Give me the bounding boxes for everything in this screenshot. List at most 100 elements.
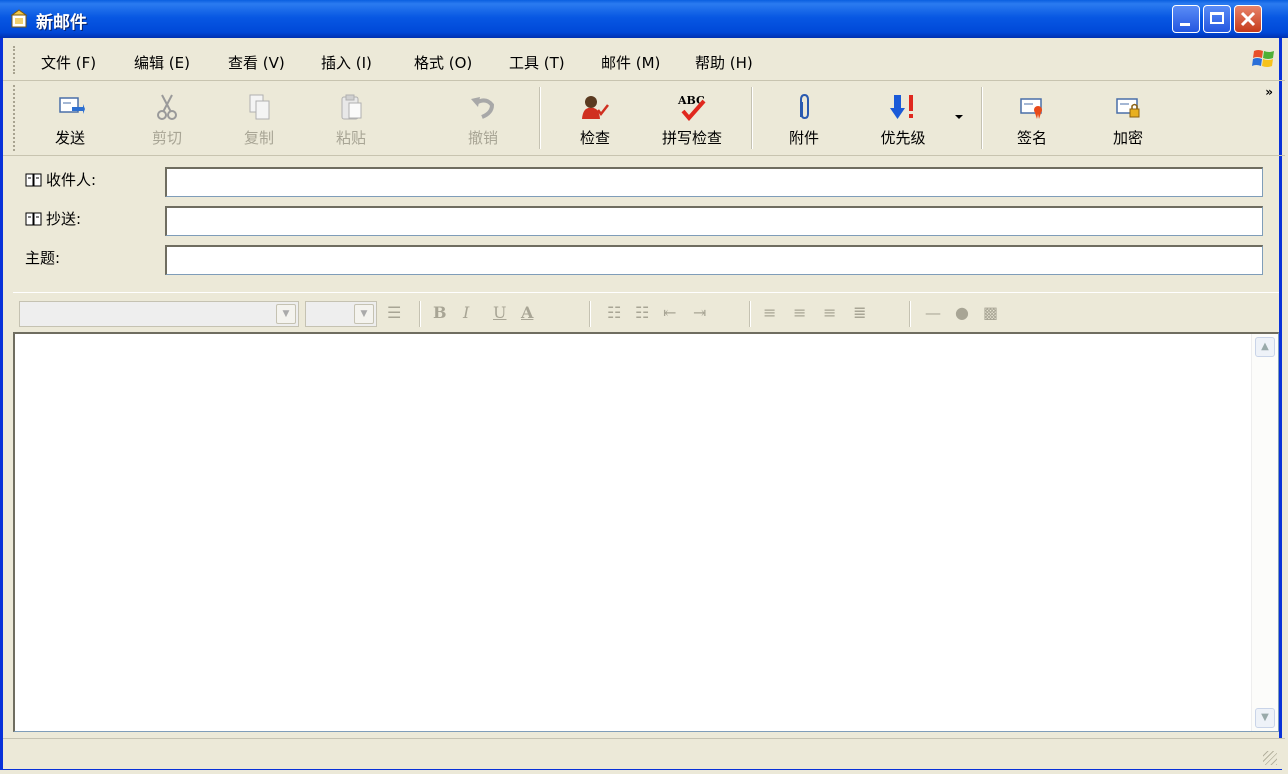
spellcheck-icon: ABC (677, 94, 706, 121)
align-left-icon[interactable]: ≡ (763, 303, 776, 322)
to-label-button[interactable]: 收件人: (25, 169, 96, 190)
new-mail-icon (10, 9, 28, 28)
format-separator (589, 301, 591, 327)
sign-label: 签名 (1016, 129, 1047, 147)
toolbar: 发送 剪切 复制 粘贴 撤销 检查 ABC 拼写检查 附件 优先级 签名 加密 … (3, 81, 1285, 156)
increase-indent-icon[interactable]: ⇥ (693, 303, 706, 322)
italic-button[interactable]: I (463, 303, 469, 322)
font-size-select[interactable]: ▼ (305, 301, 377, 327)
undo-label: 撤销 (467, 129, 498, 147)
paste-icon (341, 94, 362, 120)
subject-label: 主题: (25, 249, 61, 267)
toolbar-separator (539, 87, 541, 149)
copy-icon (249, 94, 270, 120)
priority-button[interactable]: 优先级 (865, 87, 941, 149)
vertical-scrollbar[interactable]: ▲ ▼ (1251, 334, 1278, 731)
minimize-button[interactable] (1172, 5, 1200, 33)
formatting-toolbar: ▼ ▼ ☰ B I U A ☷ ☷ ⇤ ⇥ ≡ ≡ ≡ ≣ — ● ▩ (13, 292, 1279, 331)
menu-bar: 文件 (F) 编辑 (E) 查看 (V) 插入 (I) 格式 (O) 工具 (T… (3, 38, 1285, 81)
menu-message[interactable]: 邮件 (M) (601, 52, 660, 73)
spellcheck-label: 拼写检查 (661, 129, 722, 147)
menubar-grip[interactable] (13, 46, 18, 74)
message-body[interactable]: ▲ ▼ (13, 332, 1279, 732)
format-separator (419, 301, 421, 327)
encrypt-button[interactable]: 加密 (1101, 87, 1155, 149)
scroll-down-icon[interactable]: ▼ (1255, 708, 1275, 728)
toolbar-grip[interactable] (13, 85, 18, 151)
title-bar[interactable]: 新邮件 (0, 0, 1288, 38)
horizontal-line-icon[interactable]: — (925, 303, 941, 322)
to-field[interactable] (165, 167, 1263, 197)
send-button[interactable]: 发送 (43, 87, 97, 149)
scissors-icon (157, 94, 177, 120)
check-label: 检查 (579, 129, 610, 147)
menu-edit[interactable]: 编辑 (E) (134, 52, 190, 73)
minimize-icon (1180, 23, 1190, 26)
hyperlink-globe-icon[interactable]: ● (955, 303, 969, 322)
align-right-icon[interactable]: ≡ (823, 303, 836, 322)
status-bar (3, 738, 1285, 769)
address-book-icon (25, 173, 42, 187)
maximize-icon (1210, 12, 1224, 24)
copy-button[interactable]: 复制 (229, 87, 289, 149)
cc-field[interactable] (165, 206, 1263, 236)
menu-tools[interactable]: 工具 (T) (509, 52, 565, 73)
paperclip-icon (800, 93, 809, 120)
cc-label-button[interactable]: 抄送: (25, 208, 81, 229)
windows-logo-icon (1252, 50, 1274, 67)
underline-button[interactable]: U (493, 303, 506, 322)
body-text (15, 334, 1278, 346)
bullet-list-icon[interactable]: ☷ (635, 303, 649, 322)
menu-format[interactable]: 格式 (O) (414, 52, 472, 73)
check-names-button[interactable]: 检查 (565, 87, 625, 149)
numbered-list-icon[interactable]: ☷ (607, 303, 621, 322)
maximize-button[interactable] (1203, 5, 1231, 33)
undo-icon (471, 97, 495, 119)
resize-grip[interactable] (1263, 751, 1277, 765)
align-center-icon[interactable]: ≡ (793, 303, 806, 322)
attach-button[interactable]: 附件 (777, 87, 831, 149)
chevron-down-icon[interactable]: ▼ (276, 304, 296, 324)
font-select[interactable]: ▼ (19, 301, 299, 327)
attach-label: 附件 (788, 129, 819, 147)
priority-dropdown-arrow[interactable] (955, 115, 963, 119)
message-header: 收件人: 抄送: 主题: (3, 158, 1285, 286)
menu-file[interactable]: 文件 (F) (41, 52, 96, 73)
lock-encrypt-icon (1116, 98, 1140, 118)
toolbar-separator (981, 87, 983, 149)
menu-insert[interactable]: 插入 (I) (321, 52, 372, 73)
insert-picture-icon[interactable]: ▩ (983, 303, 998, 322)
paste-label: 粘贴 (335, 129, 366, 147)
to-label: 收件人: (46, 171, 97, 189)
copy-label: 复制 (243, 129, 274, 147)
undo-button[interactable]: 撤销 (453, 87, 513, 149)
subject-field[interactable] (165, 245, 1263, 275)
menu-view[interactable]: 查看 (V) (228, 52, 285, 73)
cut-label: 剪切 (151, 129, 182, 147)
font-color-button[interactable]: A (521, 303, 533, 322)
close-button[interactable] (1234, 5, 1262, 33)
sign-button[interactable]: 签名 (1005, 87, 1059, 149)
scroll-up-icon[interactable]: ▲ (1255, 337, 1275, 357)
format-separator (909, 301, 911, 327)
cut-button[interactable]: 剪切 (137, 87, 197, 149)
paste-button[interactable]: 粘贴 (321, 87, 381, 149)
toolbar-separator (751, 87, 753, 149)
send-label: 发送 (54, 129, 85, 147)
send-icon (59, 97, 85, 114)
menu-help[interactable]: 帮助 (H) (695, 52, 753, 73)
address-book-icon (25, 212, 42, 226)
encrypt-label: 加密 (1112, 129, 1143, 147)
spellcheck-button[interactable]: ABC 拼写检查 (649, 87, 735, 149)
priority-label: 优先级 (880, 129, 926, 147)
justify-icon[interactable]: ≣ (853, 303, 866, 322)
close-icon (1240, 11, 1256, 27)
decrease-indent-icon[interactable]: ⇤ (663, 303, 676, 322)
check-names-icon (582, 96, 609, 119)
bold-button[interactable]: B (433, 303, 447, 322)
toolbar-overflow-chevron[interactable]: » (1265, 85, 1273, 99)
chevron-down-icon[interactable]: ▼ (354, 304, 374, 324)
format-separator (749, 301, 751, 327)
paragraph-style-icon[interactable]: ☰ (387, 303, 401, 322)
priority-icon (890, 95, 913, 119)
